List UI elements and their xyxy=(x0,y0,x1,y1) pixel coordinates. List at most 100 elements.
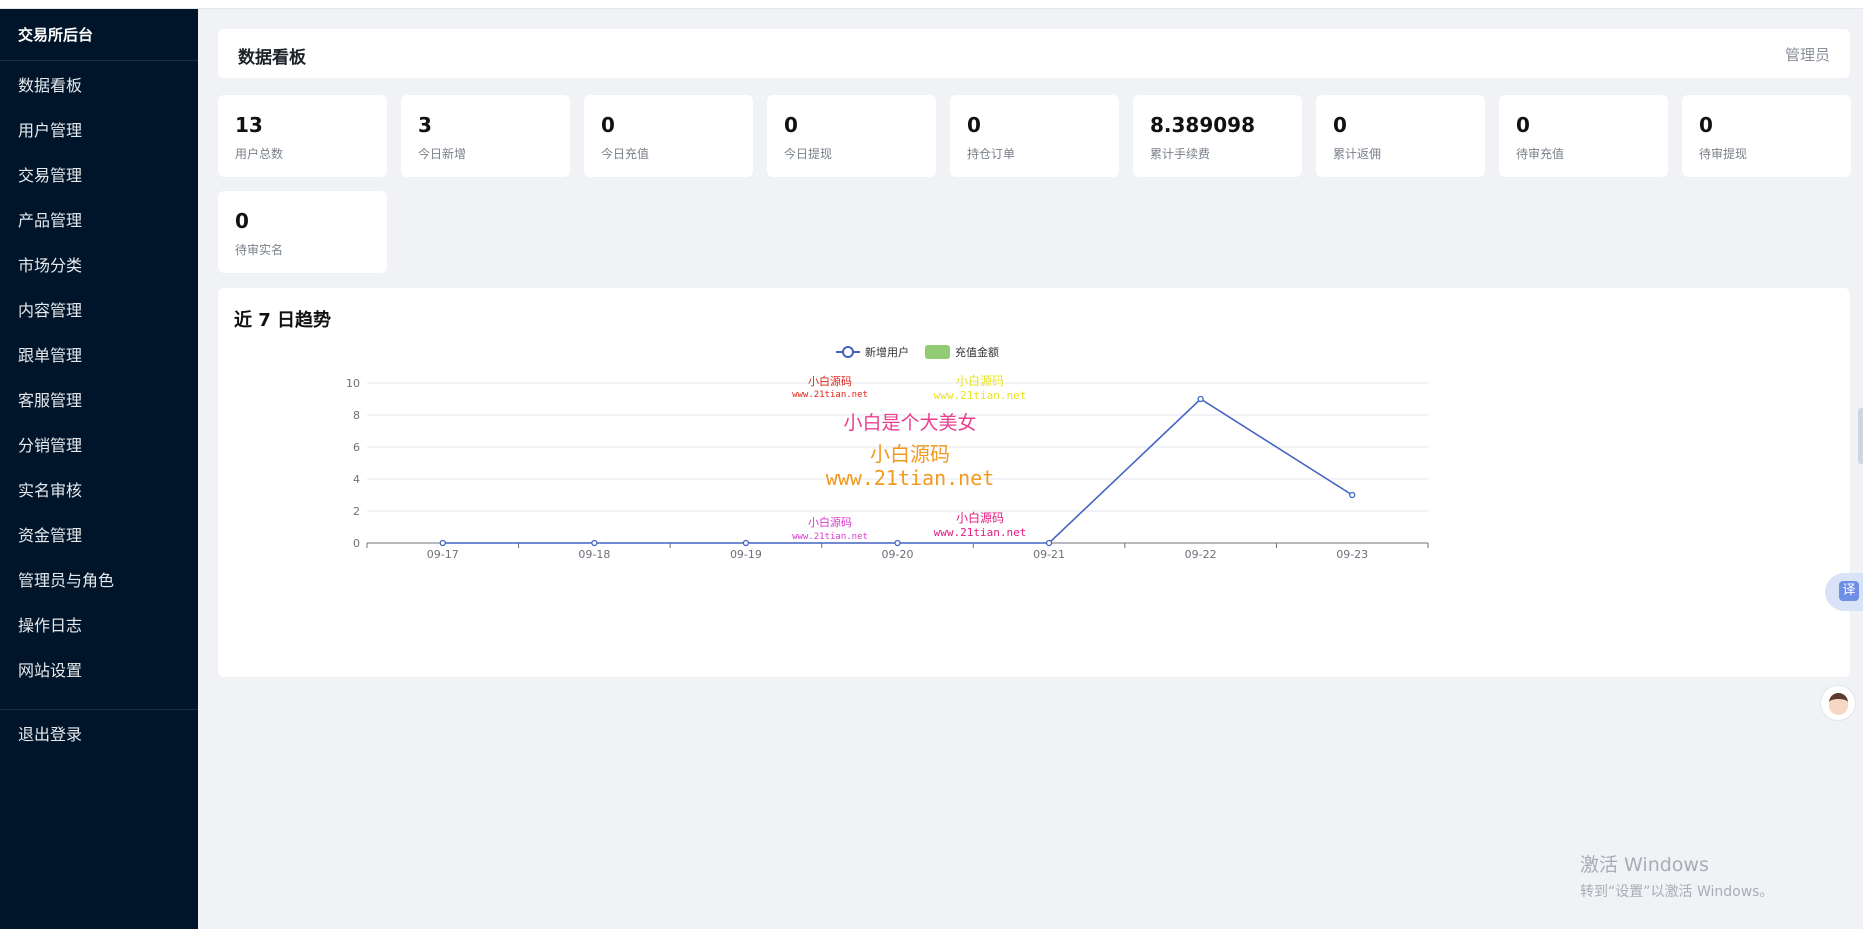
stat-card-today-withdraw: 0 今日提现 xyxy=(767,95,936,177)
x-tick-label: 09-18 xyxy=(578,548,610,561)
stat-value: 8.389098 xyxy=(1150,113,1256,137)
chart-legend[interactable]: 新增用户 充值金额 xyxy=(836,345,999,359)
sidebar-item-content[interactable]: 内容管理 xyxy=(0,288,198,333)
sidebar-menu: 数据看板 用户管理 交易管理 产品管理 市场分类 内容管理 跟单管理 客服管理 … xyxy=(0,61,198,693)
stat-card-pending-withdraw: 0 待审提现 xyxy=(1682,95,1851,177)
y-tick-label: 10 xyxy=(346,377,360,390)
watermark-text: www.21tian.net xyxy=(826,466,995,490)
x-tick-label: 09-19 xyxy=(730,548,762,561)
sidebar-item-customer-service[interactable]: 客服管理 xyxy=(0,378,198,423)
sidebar-item-site-settings[interactable]: 网站设置 xyxy=(0,648,198,693)
trend-chart-card: 近 7 日趋势 0 2 4 6 8 10 09-17 09-18 09-19 09-20 09-21… xyxy=(218,288,1850,677)
stat-value: 0 xyxy=(235,209,249,233)
new-users-point xyxy=(894,539,901,547)
stat-label: 待审提现 xyxy=(1699,147,1748,161)
stat-card-open-orders: 0 持仓订单 xyxy=(950,95,1119,177)
translate-icon: 译 xyxy=(1839,581,1859,601)
watermark-text: www.21tian.net xyxy=(934,389,1027,402)
assistant-avatar[interactable] xyxy=(1820,685,1856,721)
legend-label: 新增用户 xyxy=(865,345,909,359)
x-tick-label: 09-22 xyxy=(1185,548,1217,561)
stat-label: 今日充值 xyxy=(601,147,650,161)
stat-card-total-users: 13 用户总数 xyxy=(218,95,387,177)
sidebar-item-copy-trading[interactable]: 跟单管理 xyxy=(0,333,198,378)
watermark-text: 小白源码 xyxy=(870,442,950,466)
y-tick-label: 8 xyxy=(353,409,360,422)
stat-card-today-new: 3 今日新增 xyxy=(401,95,570,177)
sidebar-item-trades[interactable]: 交易管理 xyxy=(0,153,198,198)
stat-value: 0 xyxy=(1516,113,1530,137)
stat-label: 用户总数 xyxy=(235,147,284,161)
stat-card-total-rebate: 0 累计返佣 xyxy=(1316,95,1485,177)
sidebar-item-funds[interactable]: 资金管理 xyxy=(0,513,198,558)
new-users-point xyxy=(1197,395,1204,403)
stat-label: 累计手续费 xyxy=(1150,147,1211,161)
x-tick-label: 09-20 xyxy=(882,548,914,561)
stat-label: 待审充值 xyxy=(1516,147,1565,161)
new-users-point xyxy=(439,539,446,547)
sidebar: 交易所后台 数据看板 用户管理 交易管理 产品管理 市场分类 内容管理 跟单管理… xyxy=(0,9,198,929)
watermark-text: 小白源码 xyxy=(808,374,852,388)
watermark-text: 小白源码 xyxy=(956,373,1004,388)
watermark-text: 小白源码 xyxy=(956,510,1004,525)
sidebar-item-kyc-review[interactable]: 实名审核 xyxy=(0,468,198,513)
y-tick-label: 4 xyxy=(353,473,360,486)
stat-value: 0 xyxy=(1699,113,1713,137)
new-users-point xyxy=(1045,539,1053,547)
x-tick-label: 09-21 xyxy=(1033,548,1065,561)
new-users-point xyxy=(1349,491,1356,499)
sidebar-item-distribution[interactable]: 分销管理 xyxy=(0,423,198,468)
stat-card-pending-kyc: 0 待审实名 xyxy=(218,191,387,273)
windows-activation-watermark: 激活 Windows 转到“设置”以激活 Windows。 xyxy=(1580,850,1773,901)
top-strip xyxy=(0,0,1863,9)
side-panel-handle[interactable] xyxy=(1858,408,1863,464)
watermark-text: 小白源码 xyxy=(808,515,852,529)
stat-label: 待审实名 xyxy=(235,243,284,257)
user-role[interactable]: 管理员 xyxy=(1785,44,1830,65)
page-header: 数据看板 管理员 xyxy=(218,29,1850,78)
watermark-text: www.21tian.net xyxy=(792,390,868,400)
logout-button[interactable]: 退出登录 xyxy=(0,712,198,757)
stat-value: 0 xyxy=(784,113,798,137)
activation-subtitle: 转到“设置”以激活 Windows。 xyxy=(1580,884,1774,900)
trend-chart: 0 2 4 6 8 10 09-17 09-18 09-19 09-20 09-21 09-22 09-… xyxy=(346,345,1429,561)
legend-label: 充值金额 xyxy=(955,345,999,359)
stat-label: 累计返佣 xyxy=(1333,147,1382,161)
legend-circle-marker xyxy=(842,346,854,358)
translate-float-button[interactable]: 译 xyxy=(1825,573,1863,611)
stat-value: 0 xyxy=(967,113,981,137)
watermark-text: www.21tian.net xyxy=(934,526,1027,539)
y-tick-label: 6 xyxy=(353,441,360,454)
stat-label: 持仓订单 xyxy=(967,147,1016,161)
stat-value: 0 xyxy=(601,113,615,137)
new-users-point xyxy=(742,539,750,547)
sidebar-item-market-categories[interactable]: 市场分类 xyxy=(0,243,198,288)
page-title: 数据看板 xyxy=(238,48,306,68)
y-tick-label: 0 xyxy=(353,537,360,550)
watermark-overlay: 小白源码 www.21tian.net 小白源码 www.21tian.net … xyxy=(792,373,1026,542)
watermark-text: www.21tian.net xyxy=(792,532,868,542)
sidebar-item-operation-log[interactable]: 操作日志 xyxy=(0,603,198,648)
legend-bar-marker xyxy=(925,345,950,359)
stat-value: 13 xyxy=(235,113,263,137)
stat-card-today-deposit: 0 今日充值 xyxy=(584,95,753,177)
x-tick-label: 09-17 xyxy=(427,548,459,561)
activation-title: 激活 Windows xyxy=(1580,854,1709,876)
sidebar-item-admins-roles[interactable]: 管理员与角色 xyxy=(0,558,198,603)
stat-label: 今日新增 xyxy=(418,147,467,161)
avatar-face-icon xyxy=(1829,693,1848,715)
sidebar-item-dashboard[interactable]: 数据看板 xyxy=(0,63,198,108)
stat-value: 3 xyxy=(418,113,432,137)
sidebar-divider xyxy=(0,709,198,710)
x-tick-label: 09-23 xyxy=(1336,548,1368,561)
new-users-point xyxy=(591,539,598,547)
stat-value: 0 xyxy=(1333,113,1347,137)
watermark-text: 小白是个大美女 xyxy=(843,412,976,434)
main-content: 数据看板 管理员 13 用户总数 3 今日新增 0 今日充值 0 今日提现 0 … xyxy=(198,9,1863,929)
stat-card-total-fees: 8.389098 累计手续费 xyxy=(1133,95,1302,177)
sidebar-item-users[interactable]: 用户管理 xyxy=(0,108,198,153)
stat-label: 今日提现 xyxy=(784,147,833,161)
sidebar-item-products[interactable]: 产品管理 xyxy=(0,198,198,243)
brand-title: 交易所后台 xyxy=(0,9,198,61)
stat-card-pending-deposit: 0 待审充值 xyxy=(1499,95,1668,177)
